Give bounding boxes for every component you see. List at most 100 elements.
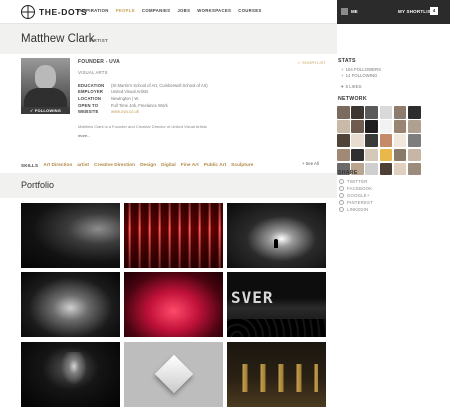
network-avatar[interactable]	[379, 162, 393, 176]
nav-item-companies[interactable]: COMPANIES	[142, 8, 170, 13]
photo-head-shape	[35, 65, 56, 89]
network-avatar[interactable]	[393, 106, 407, 119]
profile-bio: Matthew Clark is a Founder and Creative …	[78, 124, 207, 129]
portfolio-tile[interactable]	[21, 272, 120, 337]
pinterest-icon	[339, 200, 344, 205]
network-avatar[interactable]	[365, 162, 378, 176]
share-twitter[interactable]: TWITTER	[339, 179, 368, 184]
user-menu-label[interactable]: ME	[351, 9, 358, 14]
network-avatar[interactable]	[407, 106, 421, 119]
stat-following[interactable]: + 14 FOLLOWING	[341, 73, 377, 78]
following-icon: +	[341, 73, 344, 78]
portfolio-tile[interactable]	[227, 342, 326, 407]
website-link[interactable]: www.uva.co.uk	[111, 109, 139, 114]
tile-cube	[154, 354, 194, 394]
network-avatar[interactable]	[393, 120, 407, 133]
share-facebook[interactable]: FACEBOOK	[339, 186, 372, 191]
skill-tag[interactable]: Design	[140, 163, 156, 168]
network-avatar[interactable]	[337, 134, 350, 147]
my-shortlist-link[interactable]: MY SHORTLIST	[398, 9, 434, 14]
profile-discipline: VISUAL ARTS	[78, 70, 108, 75]
share-google-plus[interactable]: GOOGLE+	[339, 193, 370, 198]
skill-tag[interactable]: Public Art	[204, 163, 226, 168]
likes-icon: ♥	[341, 84, 344, 89]
portfolio-tile[interactable]	[124, 342, 223, 407]
skill-tag[interactable]: Sculpture	[231, 163, 253, 168]
profile-name: Matthew Clark	[21, 33, 95, 45]
google-plus-icon	[339, 193, 344, 198]
user-avatar[interactable]	[341, 8, 348, 15]
stats-title: STATS	[338, 58, 356, 64]
network-avatar[interactable]	[351, 106, 364, 119]
network-avatar[interactable]	[379, 148, 393, 162]
detail-label: OPEN TO	[78, 102, 99, 108]
bio-more-link[interactable]: more...	[78, 133, 90, 138]
portfolio-tile[interactable]	[124, 203, 223, 268]
share-pinterest[interactable]: PINTEREST	[339, 200, 373, 205]
skill-tag[interactable]: Art Direction	[43, 163, 72, 168]
network-avatar[interactable]	[365, 120, 378, 133]
network-avatar[interactable]	[379, 120, 393, 133]
network-avatar[interactable]	[337, 120, 350, 133]
network-avatar[interactable]	[379, 134, 393, 147]
shortlist-label: SHORTLIST	[302, 60, 327, 65]
network-avatar[interactable]	[365, 106, 378, 119]
share-label: GOOGLE+	[347, 193, 370, 198]
network-avatar[interactable]	[351, 148, 364, 162]
network-avatar[interactable]	[407, 162, 421, 176]
main-nav: INSPIRATION PEOPLE COMPANIES JOBS WORKSP…	[78, 8, 262, 13]
stat-followers[interactable]: + 104 FOLLOWERS	[341, 67, 381, 72]
network-grid	[337, 106, 425, 176]
network-avatar[interactable]	[393, 134, 407, 147]
portfolio-tile[interactable]	[21, 342, 120, 407]
portfolio-tile[interactable]: SVER	[227, 272, 326, 337]
see-all-skills-link[interactable]: + See All	[302, 161, 319, 166]
tile-shade	[124, 203, 223, 268]
skill-tag[interactable]: Fine Art	[181, 163, 199, 168]
nav-item-people[interactable]: PEOPLE	[116, 8, 135, 13]
shortlist-button[interactable]: ☆ SHORTLIST	[297, 60, 326, 65]
twitter-icon	[339, 179, 344, 184]
skill-tag[interactable]: Creative Direction	[94, 163, 135, 168]
network-avatar[interactable]	[407, 120, 421, 133]
network-avatar[interactable]	[393, 148, 407, 162]
stat-text: 5 LIKES	[345, 84, 362, 89]
network-avatar[interactable]	[365, 148, 378, 162]
network-avatar[interactable]	[351, 120, 364, 133]
network-avatar[interactable]	[351, 134, 364, 147]
nav-item-jobs[interactable]: JOBS	[177, 8, 190, 13]
profile-headline: FOUNDER - UVA	[78, 59, 120, 65]
network-avatar[interactable]	[407, 148, 421, 162]
network-avatar[interactable]	[407, 134, 421, 147]
network-avatar[interactable]	[365, 134, 378, 147]
portfolio-tile[interactable]	[124, 272, 223, 337]
detail-value: Newington | W.	[111, 95, 140, 101]
detail-label: WEBSITE	[78, 109, 99, 115]
nav-item-courses[interactable]: COURSES	[238, 8, 261, 13]
skill-tag[interactable]: artist	[77, 163, 89, 168]
network-avatar[interactable]	[393, 162, 407, 176]
stat-text: 104 FOLLOWERS	[345, 67, 381, 72]
tile-crowd	[227, 319, 326, 337]
linkedin-icon	[339, 207, 344, 212]
share-label: TWITTER	[347, 179, 368, 184]
network-avatar[interactable]	[379, 106, 393, 119]
detail-value: Full Time Job, Freelance Work	[111, 102, 168, 108]
network-avatar[interactable]	[337, 106, 350, 119]
following-button[interactable]: ✓ FOLLOWING	[21, 107, 70, 114]
share-label: LINKEDIN	[347, 207, 369, 212]
portfolio-tile[interactable]	[227, 203, 326, 268]
tile-word: SVER	[231, 288, 274, 307]
nav-item-inspiration[interactable]: INSPIRATION	[78, 8, 109, 13]
profile-role: ARTIST	[90, 38, 109, 43]
stat-likes[interactable]: ♥ 5 LIKES	[341, 84, 361, 89]
detail-label: EDUCATION	[78, 82, 105, 88]
share-linkedin[interactable]: LINKEDIN	[339, 207, 368, 212]
detail-row-education: EDUCATION (St Martin's School of Art, Cu…	[78, 82, 208, 89]
nav-item-workspaces[interactable]: WORKSPACES	[197, 8, 231, 13]
tile-arches	[235, 364, 318, 392]
portfolio-tile[interactable]	[21, 203, 120, 268]
network-avatar[interactable]	[337, 148, 350, 162]
skills-label: SKILLS	[21, 162, 39, 168]
skill-tag[interactable]: Digital	[161, 163, 176, 168]
